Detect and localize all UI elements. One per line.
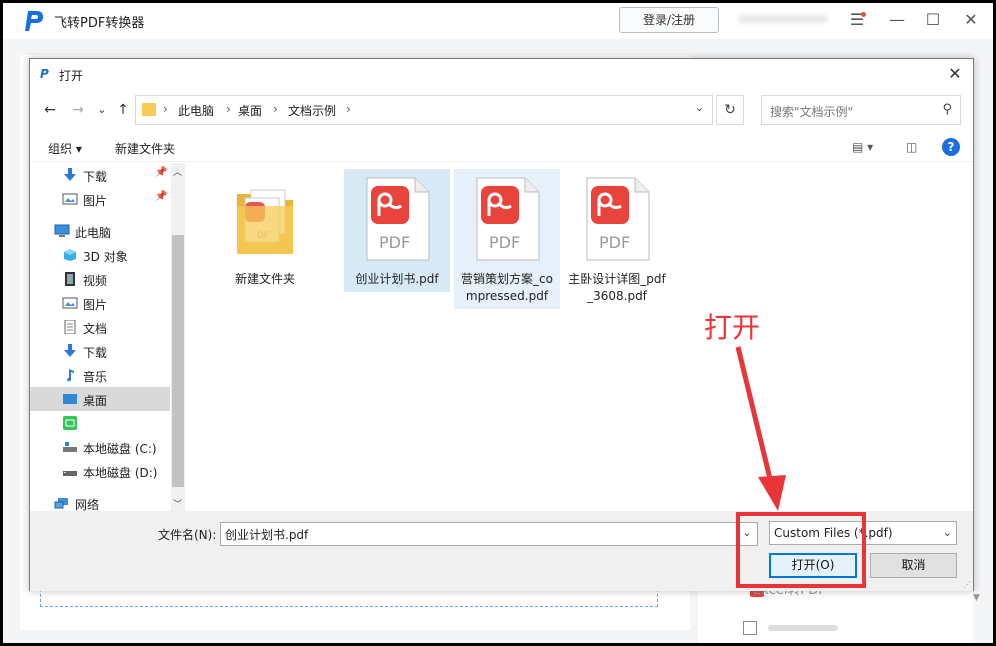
svg-text:PDF: PDF [379, 233, 410, 252]
sidebar-item-app[interactable] [30, 411, 170, 435]
breadcrumb-separator-icon: › [346, 102, 351, 116]
help-icon[interactable]: ? [942, 138, 960, 156]
computer-icon [54, 224, 70, 237]
svg-text:PDF: PDF [599, 233, 630, 252]
scroll-down-icon[interactable]: ▼ [973, 593, 983, 633]
file-item-pdf[interactable]: PDF 营销策划方案_compressed.pdf [454, 169, 560, 309]
recent-locations-icon[interactable]: ⌄ [92, 98, 112, 122]
cancel-button[interactable]: 取消 [870, 553, 957, 578]
view-options-icon[interactable]: ▤ ▾ [852, 140, 873, 154]
annotation-arrow-icon [735, 346, 786, 511]
chevron-down-icon[interactable]: ⌄ [695, 101, 704, 114]
file-name: 新建文件夹 [234, 272, 295, 286]
pictures-icon [62, 297, 78, 309]
sidebar-item-music[interactable]: 音乐 [30, 363, 170, 387]
download-icon [64, 344, 76, 357]
login-button[interactable]: 登录/注册 [619, 7, 719, 33]
navigation-pane: 下载 📌 图片 📌 此电脑 3D 对象 视频 图片 文档 下载 音乐 桌面 本地… [30, 163, 187, 512]
filename-input[interactable] [220, 522, 758, 546]
command-bar: 组织 ▾ 新建文件夹 ▤ ▾ ◫ ? [30, 134, 973, 162]
sidebar-item-drive-c[interactable]: 本地磁盘 (C:) [30, 435, 170, 459]
notification-dot [861, 12, 866, 17]
pdf-file-icon: PDF [586, 177, 650, 261]
svg-text:PDF: PDF [489, 233, 520, 252]
breadcrumb-folder[interactable]: 文档示例 [288, 102, 336, 119]
pdf-file-icon: PDF [476, 177, 540, 261]
sidebar-item-pictures[interactable]: 图片 [30, 291, 170, 315]
breadcrumb-separator-icon: › [273, 102, 278, 116]
app-title: 飞转PDF转换器 [54, 16, 145, 31]
sidebar-item-this-pc[interactable]: 此电脑 [30, 219, 170, 243]
breadcrumb-desktop[interactable]: 桌面 [238, 102, 262, 119]
video-icon [65, 272, 75, 286]
download-icon [64, 168, 76, 181]
documents-icon [64, 320, 76, 334]
back-arrow-icon[interactable]: ← [40, 98, 60, 122]
drive-d-icon [63, 471, 77, 476]
file-list: DF 新建文件夹 PDF 创业计划书.pdf [190, 163, 973, 511]
music-icon [67, 369, 74, 382]
preview-pane-icon[interactable]: ◫ [906, 140, 917, 154]
forward-arrow-icon[interactable]: → [68, 98, 88, 122]
search-placeholder: 搜索"文档示例" [770, 105, 854, 119]
maximize-icon[interactable]: ☐ [921, 9, 945, 31]
breadcrumb-separator-icon: › [163, 102, 168, 116]
resize-grip-icon[interactable]: ⋰ [963, 580, 971, 589]
folder-icon: DF [237, 189, 293, 254]
file-item-pdf[interactable]: PDF 创业计划书.pdf [344, 169, 450, 292]
up-arrow-icon[interactable]: ↑ [113, 98, 133, 122]
refresh-button[interactable]: ↻ [716, 95, 744, 125]
tool-item-placeholder [768, 625, 838, 631]
file-name: 创业计划书.pdf [355, 272, 439, 286]
app-logo-icon [25, 11, 43, 31]
breadcrumb-this-pc[interactable]: 此电脑 [178, 102, 214, 119]
annotation-highlight-box [736, 512, 866, 588]
annotation-label: 打开 [704, 311, 761, 344]
chevron-down-icon[interactable]: ﹀ [173, 497, 182, 510]
chevron-up-icon[interactable]: ︿ [173, 165, 182, 178]
network-icon [54, 498, 68, 509]
app-logo-icon: P [40, 67, 49, 81]
folder-icon [142, 103, 156, 116]
desktop-icon [63, 394, 77, 404]
dialog-title: 打开 [59, 69, 84, 83]
breadcrumb-separator-icon: › [226, 102, 231, 116]
3d-objects-icon [64, 249, 76, 261]
pin-icon[interactable]: 📌 [155, 167, 167, 178]
scrollbar-thumb[interactable] [172, 235, 184, 487]
sidebar-item-drive-d[interactable]: 本地磁盘 (D:) [30, 459, 170, 483]
sidebar-item-downloads[interactable]: 下载 [30, 339, 170, 363]
new-folder-button[interactable]: 新建文件夹 [115, 140, 175, 157]
pin-icon[interactable]: 📌 [155, 191, 167, 202]
sidebar-item-3d-objects[interactable]: 3D 对象 [30, 243, 170, 267]
sidebar-item-downloads-pinned[interactable]: 下载 📌 [30, 163, 170, 187]
navigation-bar: ← → ⌄ ↑ › 此电脑 › 桌面 › 文档示例 › ⌄ ↻ 搜索"文档示例"… [30, 93, 973, 127]
dialog-titlebar: P 打开 ✕ [30, 59, 973, 89]
pdf-file-icon: PDF [366, 177, 430, 261]
blurred-text [738, 15, 828, 23]
app-titlebar: 飞转PDF转换器 登录/注册 ☰ — ☐ ✕ [3, 3, 993, 39]
navigation-scrollbar[interactable]: ︿ ﹀ [171, 163, 185, 511]
sidebar-item-pictures-pinned[interactable]: 图片 📌 [30, 187, 170, 211]
search-icon: ⚲ [942, 102, 952, 117]
app-icon [63, 416, 77, 430]
tool-item-icon [743, 621, 757, 635]
close-icon[interactable]: ✕ [959, 9, 983, 31]
sidebar-item-documents[interactable]: 文档 [30, 315, 170, 339]
minimize-icon[interactable]: — [885, 9, 909, 31]
file-name: 主卧设计详图_pdf_3608.pdf [568, 272, 666, 303]
search-input[interactable]: 搜索"文档示例" ⚲ [761, 95, 961, 125]
sidebar-item-videos[interactable]: 视频 [30, 267, 170, 291]
dialog-close-button[interactable]: ✕ [943, 62, 967, 86]
file-item-pdf[interactable]: PDF 主卧设计详图_pdf_3608.pdf [564, 169, 670, 309]
filename-label: 文件名(N): [158, 528, 217, 542]
drive-c-icon [63, 442, 77, 452]
address-bar[interactable]: › 此电脑 › 桌面 › 文档示例 › ⌄ [135, 95, 713, 125]
file-name: 营销策划方案_compressed.pdf [461, 272, 553, 303]
chevron-down-icon: ⌄ [942, 526, 952, 539]
file-item-folder[interactable]: DF 新建文件夹 [212, 169, 318, 292]
organize-menu[interactable]: 组织 ▾ [48, 140, 82, 157]
sidebar-item-desktop[interactable]: 桌面 [30, 387, 170, 411]
pictures-icon [62, 193, 78, 205]
